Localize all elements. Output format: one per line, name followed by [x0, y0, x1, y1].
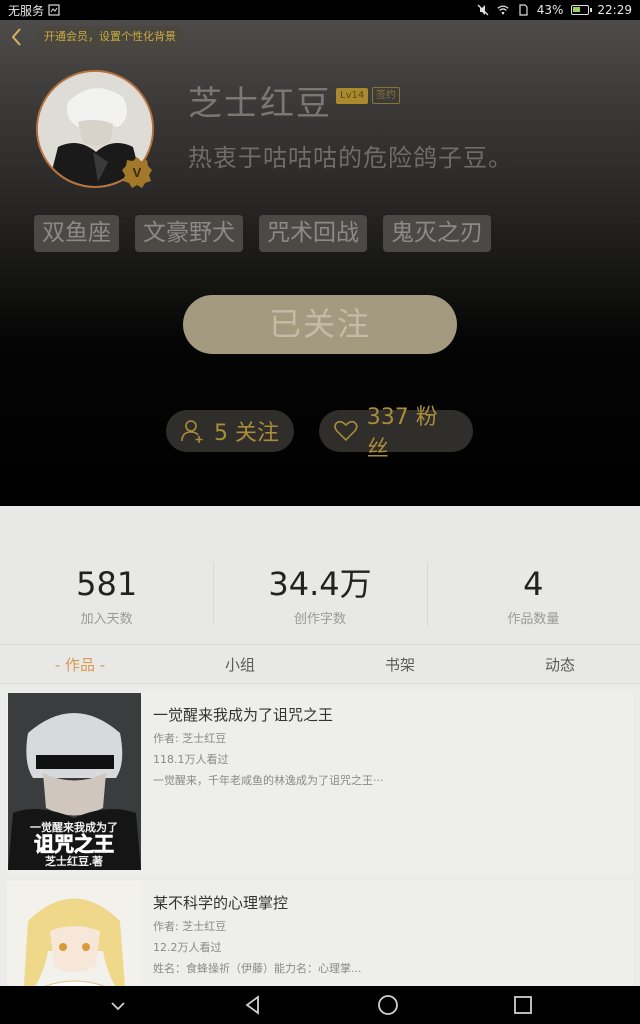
tag-item[interactable]: 鬼灭之刃	[383, 215, 491, 252]
cover-title: 诅咒之王	[34, 832, 114, 856]
stat-value: 34.4万	[268, 565, 372, 603]
status-bar: 无服务 43% 22:29	[0, 0, 640, 20]
stat-label: 加入天数	[80, 612, 133, 627]
book-description: 一觉醒来，千年老咸鱼的林逸成为了诅咒之王···	[153, 774, 384, 787]
battery-icon	[571, 5, 593, 15]
avatar[interactable]: V	[36, 70, 154, 188]
followed-button[interactable]: 已关注	[183, 295, 457, 354]
system-nav-bar	[0, 986, 640, 1024]
chevron-down-icon[interactable]	[106, 993, 130, 1017]
list-item[interactable]: 一觉醒来我成为了 诅咒之王 芝士红豆.著 一觉醒来我成为了诅咒之王 作者: 芝士…	[6, 692, 634, 874]
screenshot-icon	[48, 4, 60, 16]
following-button[interactable]: 5 关注	[166, 410, 294, 452]
stat-value: 581	[76, 565, 138, 603]
username: 芝士红豆	[188, 84, 332, 124]
tag-list: 双鱼座 文豪野犬 咒术回战 鬼灭之刃	[34, 215, 491, 252]
book-cover	[8, 881, 141, 986]
back-triangle-icon[interactable]	[241, 993, 265, 1017]
carrier-text: 无服务	[8, 3, 45, 18]
level-badge: Lv14	[336, 88, 369, 104]
book-views: 118.1万人看过	[153, 753, 229, 766]
following-count: 5 关注	[214, 421, 279, 446]
list-item[interactable]: 某不科学的心理掌控 作者: 芝士红豆 12.2万人看过 姓名：食蜂操祈（伊藤）能…	[6, 880, 634, 986]
fans-count: 337 粉丝	[366, 405, 438, 462]
works-list: 一觉醒来我成为了 诅咒之王 芝士红豆.著 一觉醒来我成为了诅咒之王 作者: 芝士…	[0, 686, 640, 986]
book-cover: 一觉醒来我成为了 诅咒之王 芝士红豆.著	[8, 693, 141, 870]
tag-item[interactable]: 咒术回战	[259, 215, 367, 252]
tab-bookshelf[interactable]: 书架	[320, 645, 480, 683]
signed-badge: 签约	[372, 87, 400, 104]
book-title: 一觉醒来我成为了诅咒之王	[153, 706, 334, 724]
home-circle-icon[interactable]	[376, 993, 400, 1017]
cover-author: 芝士红豆.著	[45, 854, 103, 868]
recents-square-icon[interactable]	[511, 993, 535, 1017]
tab-activity[interactable]: 动态	[480, 645, 640, 683]
creator-stats: 581 加入天数 34.4万 创作字数 4 作品数量	[0, 506, 640, 644]
tab-works[interactable]: - 作品 -	[0, 645, 160, 683]
profile-tabs: - 作品 - 小组 书架 动态	[0, 644, 640, 684]
tag-item[interactable]: 双鱼座	[34, 215, 119, 252]
stat-label: 创作字数	[293, 612, 346, 627]
book-title: 某不科学的心理掌控	[153, 894, 289, 912]
profile-header: 开通会员，设置个性化背景 V 芝士红豆 Lv14 签约 热衷于咕咕咕的危险鸽子豆…	[0, 20, 640, 506]
clock: 22:29	[597, 3, 632, 17]
fans-button[interactable]: 337 粉丝	[319, 405, 473, 462]
book-author: 作者: 芝士红豆	[153, 920, 227, 933]
user-bio: 热衷于咕咕咕的危险鸽子豆。	[188, 144, 513, 172]
stat-works-count: 4 作品数量	[426, 506, 640, 644]
back-arrow-icon[interactable]	[6, 25, 28, 49]
add-user-icon	[181, 420, 203, 443]
mute-icon	[477, 4, 489, 16]
book-views: 12.2万人看过	[153, 941, 222, 954]
stat-value: 4	[523, 565, 544, 603]
heart-icon	[334, 420, 358, 442]
sim-icon	[519, 4, 528, 16]
battery-percent: 43%	[536, 3, 564, 17]
tag-item[interactable]: 文豪野犬	[135, 215, 243, 252]
verified-v-badge-icon: V	[122, 157, 152, 188]
stat-label: 作品数量	[507, 612, 560, 627]
stat-join-days: 581 加入天数	[0, 506, 213, 644]
vip-background-banner[interactable]: 开通会员，设置个性化背景	[36, 26, 184, 48]
tab-groups[interactable]: 小组	[160, 645, 320, 683]
book-description: 姓名：食蜂操祈（伊藤）能力名：心理掌...	[153, 962, 362, 975]
cover-subtitle: 一觉醒来我成为了	[30, 820, 118, 834]
stat-word-count: 34.4万 创作字数	[213, 506, 426, 644]
book-author: 作者: 芝士红豆	[153, 732, 227, 745]
svg-text:V: V	[133, 165, 142, 180]
wifi-icon	[497, 5, 509, 15]
